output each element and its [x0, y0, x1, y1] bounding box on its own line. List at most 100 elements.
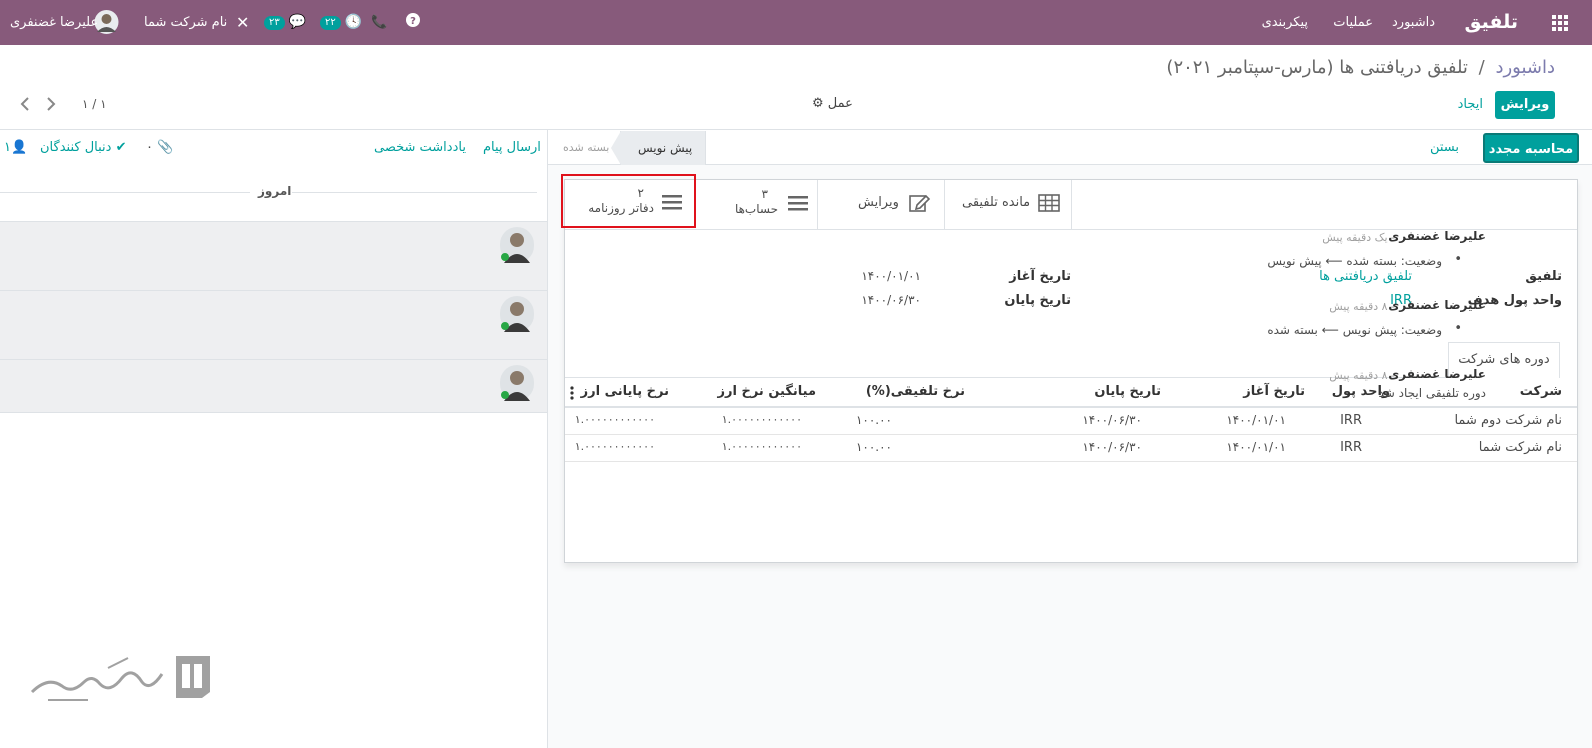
table-icon: [1038, 194, 1061, 212]
svg-text:?: ?: [410, 16, 416, 27]
recompute-button[interactable]: محاسبه مجدد: [1483, 133, 1579, 163]
message-author[interactable]: علیرضا غضنفری: [1388, 298, 1486, 312]
debug-tools-icon[interactable]: ✕: [236, 0, 249, 45]
table-row[interactable]: [565, 435, 1577, 462]
menu-dashboard[interactable]: داشبورد: [1392, 0, 1435, 45]
follower-count-button[interactable]: ۱👤: [4, 140, 27, 155]
accounts-label: حساب‌ها: [734, 202, 778, 216]
company-switcher[interactable]: نام شرکت شما: [144, 0, 227, 45]
messages-menu[interactable]: ۲۳ 💬: [264, 0, 306, 45]
balance-label: مانده تلفیقی: [962, 195, 1031, 210]
message-body: وضعیت: بسته شده ⟵ پیش نویس: [1267, 254, 1442, 268]
list-icon: [662, 194, 682, 210]
journals-button[interactable]: ۲ دفاتر روزنامه: [561, 174, 696, 228]
stage-draft-label: پیش نویس: [638, 141, 693, 155]
column-options-icon[interactable]: [570, 386, 574, 400]
cell-end-date: ۱۴۰۰/۰۶/۳۰: [1082, 413, 1142, 427]
consolidation-value[interactable]: تلفیق دریافتنی ها: [1319, 269, 1412, 284]
check-icon: ✔: [115, 140, 127, 155]
message-author[interactable]: علیرضا غضنفری: [1388, 229, 1486, 243]
col-start-date[interactable]: تاریخ آغاز: [1243, 384, 1305, 399]
send-message-button[interactable]: ارسال پیام: [483, 140, 541, 155]
cell-company: نام شرکت دوم شما: [1454, 413, 1562, 428]
col-closing-rate[interactable]: نرخ پایانی ارز: [581, 384, 669, 399]
activity-badge: ۲۲: [320, 15, 341, 30]
edit-smart-label: ویرایش: [858, 195, 899, 210]
user-icon: 👤: [10, 140, 28, 155]
activity-menu[interactable]: ۲۲ 🕓: [320, 0, 362, 45]
pager-value[interactable]: ۱ / ۱: [82, 91, 107, 117]
breadcrumb: داشبورد / تلفیق دریافتنی ها (مارس-سپتامب…: [1166, 55, 1555, 81]
phone-icon[interactable]: 📞: [371, 0, 387, 45]
paperclip-icon: 📎: [157, 140, 174, 155]
message-item: [0, 221, 547, 290]
col-end-date[interactable]: تاریخ پایان: [1094, 384, 1161, 399]
message-author[interactable]: علیرضا غضنفری: [1388, 367, 1486, 381]
edit-button[interactable]: ویرایش: [1495, 91, 1555, 119]
cell-closing-rate: ۱.۰۰۰۰۰۰۰۰۰۰۰۰: [574, 440, 655, 453]
author-avatar[interactable]: [500, 227, 534, 263]
start-date-value: ۱۴۰۰/۰۱/۰۱: [861, 269, 921, 283]
button-sep-3: [1071, 180, 1072, 229]
stage-draft-arrow: [611, 131, 621, 165]
pager-next-icon[interactable]: [46, 96, 56, 112]
menu-operations[interactable]: عملیات: [1333, 0, 1373, 45]
message-body: دوره تلفیقی ایجاد شد: [1378, 386, 1486, 400]
cell-start-date: ۱۴۰۰/۰۱/۰۱: [1226, 413, 1286, 427]
col-company[interactable]: شرکت: [1520, 384, 1562, 399]
action-label: عمل: [827, 96, 853, 111]
message-time: - یک دقیقه پیش: [1322, 231, 1395, 244]
app-title[interactable]: تلفیق: [1465, 0, 1518, 45]
col-avg-rate[interactable]: میانگین نرخ ارز: [718, 384, 817, 399]
consolidation-label: تلفیق: [1525, 269, 1562, 284]
cell-start-date: ۱۴۰۰/۰۱/۰۱: [1226, 440, 1286, 454]
today-line-right: [292, 192, 537, 193]
action-menu-button[interactable]: ⚙ عمل: [812, 91, 853, 117]
today-separator: امروز: [258, 184, 292, 198]
apps-menu-icon[interactable]: [1550, 0, 1570, 45]
tab-label: دوره های شرکت: [1458, 352, 1550, 367]
help-icon[interactable]: ?: [406, 0, 420, 45]
edit-icon: [909, 193, 931, 213]
chat-icon: 💬: [288, 14, 307, 30]
table-row[interactable]: [565, 408, 1577, 435]
accounts-count: ۳: [761, 187, 768, 201]
log-note-button[interactable]: یادداشت شخصی: [374, 140, 466, 155]
button-sep-1: [944, 180, 945, 229]
watermark-logo: [28, 648, 213, 708]
cell-avg-rate: ۱.۰۰۰۰۰۰۰۰۰۰۰۰: [721, 413, 802, 426]
cell-rate: ۱۰۰.۰۰: [855, 413, 892, 427]
menu-configuration[interactable]: پیکربندی: [1262, 0, 1308, 45]
end-date-value: ۱۴۰۰/۰۶/۳۰: [861, 293, 921, 307]
stage-closed[interactable]: بسته شده: [563, 131, 609, 165]
edit-smart-button[interactable]: ویرایش: [858, 188, 931, 218]
cell-end-date: ۱۴۰۰/۰۶/۳۰: [1082, 440, 1142, 454]
attachment-count: ۰: [146, 140, 153, 155]
top-navbar: تلفیق داشبورد عملیات پیکربندی علیرضا غضن…: [0, 0, 1592, 45]
accounts-button[interactable]: ۳ حساب‌ها: [728, 187, 808, 223]
close-button[interactable]: بستن: [1430, 133, 1459, 163]
cell-currency: IRR: [1340, 413, 1362, 428]
end-date-label: تاریخ پایان: [1004, 293, 1071, 308]
gear-icon: ⚙: [812, 96, 824, 111]
user-name[interactable]: علیرضا غضنفری: [10, 0, 98, 45]
message-item: [0, 359, 547, 413]
page-title: تلفیق دریافتنی ها (مارس-سپتامبر ۲۰۲۱): [1166, 57, 1468, 78]
author-avatar[interactable]: [500, 365, 534, 401]
cell-closing-rate: ۱.۰۰۰۰۰۰۰۰۰۰۰۰: [574, 413, 655, 426]
author-avatar[interactable]: [500, 296, 534, 332]
clock-icon: 🕓: [344, 14, 363, 30]
follower-count: ۱: [4, 140, 11, 155]
followers-button[interactable]: دنبال کنندگان ✔: [40, 140, 126, 155]
attachments-button[interactable]: ۰ 📎: [146, 140, 173, 155]
breadcrumb-root[interactable]: داشبورد: [1495, 57, 1555, 78]
pager-prev-icon[interactable]: [20, 96, 30, 112]
today-line-left: [0, 192, 250, 193]
message-time: - ۸ دقیقه پیش: [1329, 300, 1395, 313]
balance-button[interactable]: مانده تلفیقی: [962, 188, 1061, 218]
button-sep-2: [817, 180, 818, 229]
messages-badge: ۲۳: [264, 15, 285, 30]
cell-currency: IRR: [1340, 440, 1362, 455]
col-rate[interactable]: نرخ تلفیقی(%): [866, 384, 965, 399]
create-button[interactable]: ایجاد: [1458, 91, 1483, 119]
